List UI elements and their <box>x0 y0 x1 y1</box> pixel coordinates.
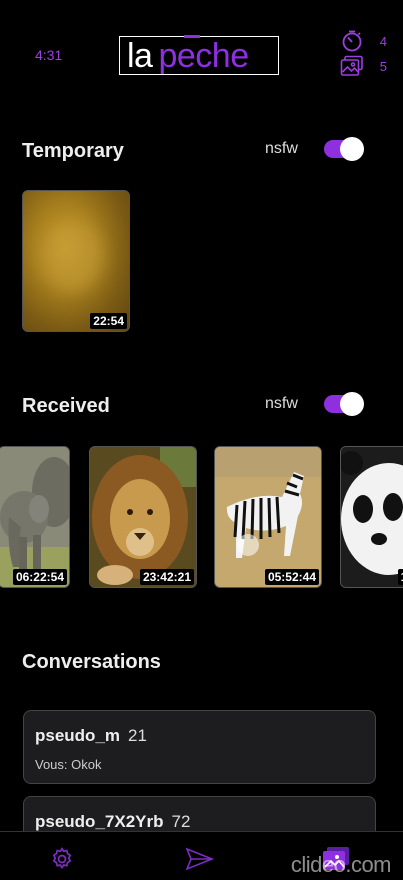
toggle-knob <box>340 392 364 416</box>
timer-icon <box>342 30 362 52</box>
conversations-title: Conversations <box>22 651 161 673</box>
images-count: 5 <box>379 58 387 74</box>
received-media-panda[interactable]: 13 <box>340 446 403 588</box>
thumbnail-timer-label: 05:52:44 <box>264 569 319 585</box>
send-button[interactable] <box>185 846 215 877</box>
temporary-nsfw-label: nsfw <box>265 140 298 157</box>
bottom-nav: clideo.com <box>0 831 403 880</box>
settings-button[interactable] <box>49 846 75 877</box>
conversation-count: 72 <box>171 812 191 831</box>
logo-accent-mark <box>184 34 201 38</box>
temporary-title: Temporary <box>22 140 124 162</box>
conversation-item[interactable]: pseudo_m 21 Vous: Okok <box>23 710 376 784</box>
received-media-lion[interactable]: 23:42:21 <box>89 446 197 588</box>
timer-stat[interactable]: 4 <box>340 29 387 53</box>
app-logo: la peche <box>119 34 279 75</box>
blurred-preview <box>43 221 103 291</box>
received-media-elephant[interactable]: 06:22:54 <box>0 446 70 588</box>
conversation-name-row: pseudo_7X2Yrb 72 <box>35 812 190 832</box>
conversation-name: pseudo_m <box>35 726 121 745</box>
zebra-image <box>215 447 321 587</box>
received-title: Received <box>22 395 110 417</box>
watermark: clideo.com <box>290 852 392 877</box>
app-header: 4:31 la peche 4 5 <box>0 0 403 110</box>
timer-count: 4 <box>379 33 387 49</box>
conversation-name-row: pseudo_m 21 <box>35 726 147 746</box>
images-icon <box>340 55 363 76</box>
send-icon <box>185 847 215 871</box>
conversation-name: pseudo_7X2Yrb <box>35 812 164 831</box>
status-time: 4:31 <box>35 47 63 63</box>
gear-icon <box>52 847 72 870</box>
temporary-nsfw-toggle[interactable] <box>324 137 364 161</box>
images-stat[interactable]: 5 <box>340 55 387 77</box>
conversation-preview: Vous: Okok <box>35 757 102 772</box>
thumbnail-timer-label: 22:54 <box>90 313 127 329</box>
received-nsfw-toggle[interactable] <box>324 392 364 416</box>
logo-peche-text: peche <box>158 36 249 75</box>
temporary-media-thumbnail[interactable]: 22:54 <box>22 190 130 332</box>
lion-image <box>90 447 196 587</box>
elephant-image <box>0 447 69 587</box>
thumbnail-timer-label: 06:22:54 <box>12 569 67 585</box>
conversation-count: 21 <box>128 726 147 745</box>
logo-part-peche: peche <box>158 34 249 75</box>
toggle-knob <box>340 137 364 161</box>
received-media-zebra[interactable]: 05:52:44 <box>214 446 322 588</box>
thumbnail-timer-label: 23:42:21 <box>139 569 194 585</box>
logo-part-la: la <box>127 36 153 75</box>
received-nsfw-label: nsfw <box>265 395 298 412</box>
panda-image <box>341 447 403 587</box>
thumbnail-timer-label: 13 <box>397 569 403 585</box>
